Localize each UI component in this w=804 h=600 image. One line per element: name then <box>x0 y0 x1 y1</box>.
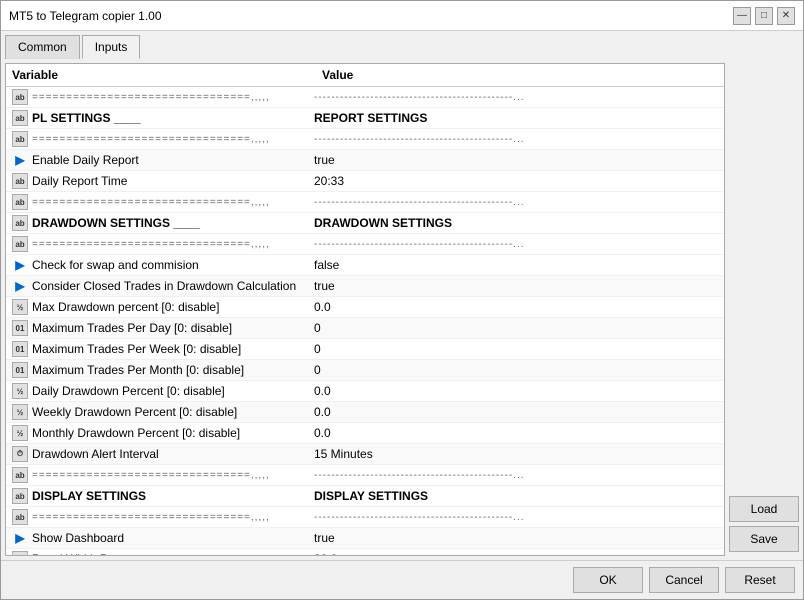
header-value: Value <box>322 68 718 82</box>
table-row: ab PL SETTINGS ____ REPORT SETTINGS <box>6 108 724 129</box>
ok-button[interactable]: OK <box>573 567 643 593</box>
header-variable: Variable <box>12 68 322 82</box>
table-row[interactable]: ▶ Enable Daily Report true <box>6 150 724 171</box>
icon-arrow: ▶ <box>12 278 28 294</box>
icon-ab: ab <box>12 110 28 126</box>
icon-ab: ab <box>12 509 28 525</box>
table-row[interactable]: 01 Maximum Trades Per Week [0: disable] … <box>6 339 724 360</box>
table-row[interactable]: 01 Maximum Trades Per Day [0: disable] 0 <box>6 318 724 339</box>
icon-percent: ½ <box>12 383 28 399</box>
table-row[interactable]: ▶ Check for swap and commision false <box>6 255 724 276</box>
side-panel: Load Save <box>729 63 799 556</box>
inputs-table: Variable Value ab ======================… <box>5 63 725 556</box>
table-row[interactable]: ▶ Consider Closed Trades in Drawdown Cal… <box>6 276 724 297</box>
icon-ab: ab <box>12 488 28 504</box>
icon-ab: ab <box>12 236 28 252</box>
icon-ab: ab <box>12 215 28 231</box>
tab-bar: Common Inputs <box>1 31 803 59</box>
table-header: Variable Value <box>6 64 724 87</box>
reset-button[interactable]: Reset <box>725 567 795 593</box>
table-row[interactable]: ⏱ Drawdown Alert Interval 15 Minutes <box>6 444 724 465</box>
table-row: ab ================================,,,,,… <box>6 507 724 528</box>
icon-percent: ½ <box>12 404 28 420</box>
icon-num: 01 <box>12 341 28 357</box>
icon-arrow: ▶ <box>12 530 28 546</box>
table-row: ab ================================,,,,,… <box>6 192 724 213</box>
content-area: Variable Value ab ======================… <box>1 59 803 560</box>
icon-ab: ab <box>12 173 28 189</box>
icon-clock: ⏱ <box>12 446 28 462</box>
table-row[interactable]: ▶ Show Dashboard true <box>6 528 724 549</box>
icon-arrow: ▶ <box>12 257 28 273</box>
save-button[interactable]: Save <box>729 526 799 552</box>
table-row[interactable]: ½ Max Drawdown percent [0: disable] 0.0 <box>6 297 724 318</box>
table-row[interactable]: ½ Monthly Drawdown Percent [0: disable] … <box>6 423 724 444</box>
tab-common[interactable]: Common <box>5 35 80 59</box>
table-row: ab ================================,,,,,… <box>6 129 724 150</box>
table-row: ab ================================,,,,,… <box>6 87 724 108</box>
minimize-button[interactable]: — <box>733 7 751 25</box>
icon-percent: ½ <box>12 425 28 441</box>
cancel-button[interactable]: Cancel <box>649 567 719 593</box>
main-window: MT5 to Telegram copier 1.00 — □ ✕ Common… <box>0 0 804 600</box>
icon-num: 01 <box>12 362 28 378</box>
table-row[interactable]: ab Daily Report Time 20:33 <box>6 171 724 192</box>
icon-percent: ½ <box>12 299 28 315</box>
icon-num: 01 <box>12 320 28 336</box>
table-row[interactable]: ½ Panel Width Pct 30.0 <box>6 549 724 556</box>
table-row[interactable]: 01 Maximum Trades Per Month [0: disable]… <box>6 360 724 381</box>
icon-ab: ab <box>12 194 28 210</box>
title-controls: — □ ✕ <box>733 7 795 25</box>
footer: OK Cancel Reset <box>1 560 803 599</box>
icon-percent: ½ <box>12 551 28 556</box>
tab-inputs[interactable]: Inputs <box>82 35 141 59</box>
load-button[interactable]: Load <box>729 496 799 522</box>
window-title: MT5 to Telegram copier 1.00 <box>9 9 162 23</box>
title-bar: MT5 to Telegram copier 1.00 — □ ✕ <box>1 1 803 31</box>
maximize-button[interactable]: □ <box>755 7 773 25</box>
icon-ab: ab <box>12 131 28 147</box>
table-row[interactable]: ½ Weekly Drawdown Percent [0: disable] 0… <box>6 402 724 423</box>
table-row: ab ================================,,,,,… <box>6 465 724 486</box>
table-row: ab DISPLAY SETTINGS DISPLAY SETTINGS <box>6 486 724 507</box>
table-row: ab DRAWDOWN SETTINGS ____ DRAWDOWN SETTI… <box>6 213 724 234</box>
table-row[interactable]: ½ Daily Drawdown Percent [0: disable] 0.… <box>6 381 724 402</box>
close-button[interactable]: ✕ <box>777 7 795 25</box>
table-row: ab ================================,,,,,… <box>6 234 724 255</box>
icon-arrow: ▶ <box>12 152 28 168</box>
icon-ab: ab <box>12 467 28 483</box>
icon-ab: ab <box>12 89 28 105</box>
